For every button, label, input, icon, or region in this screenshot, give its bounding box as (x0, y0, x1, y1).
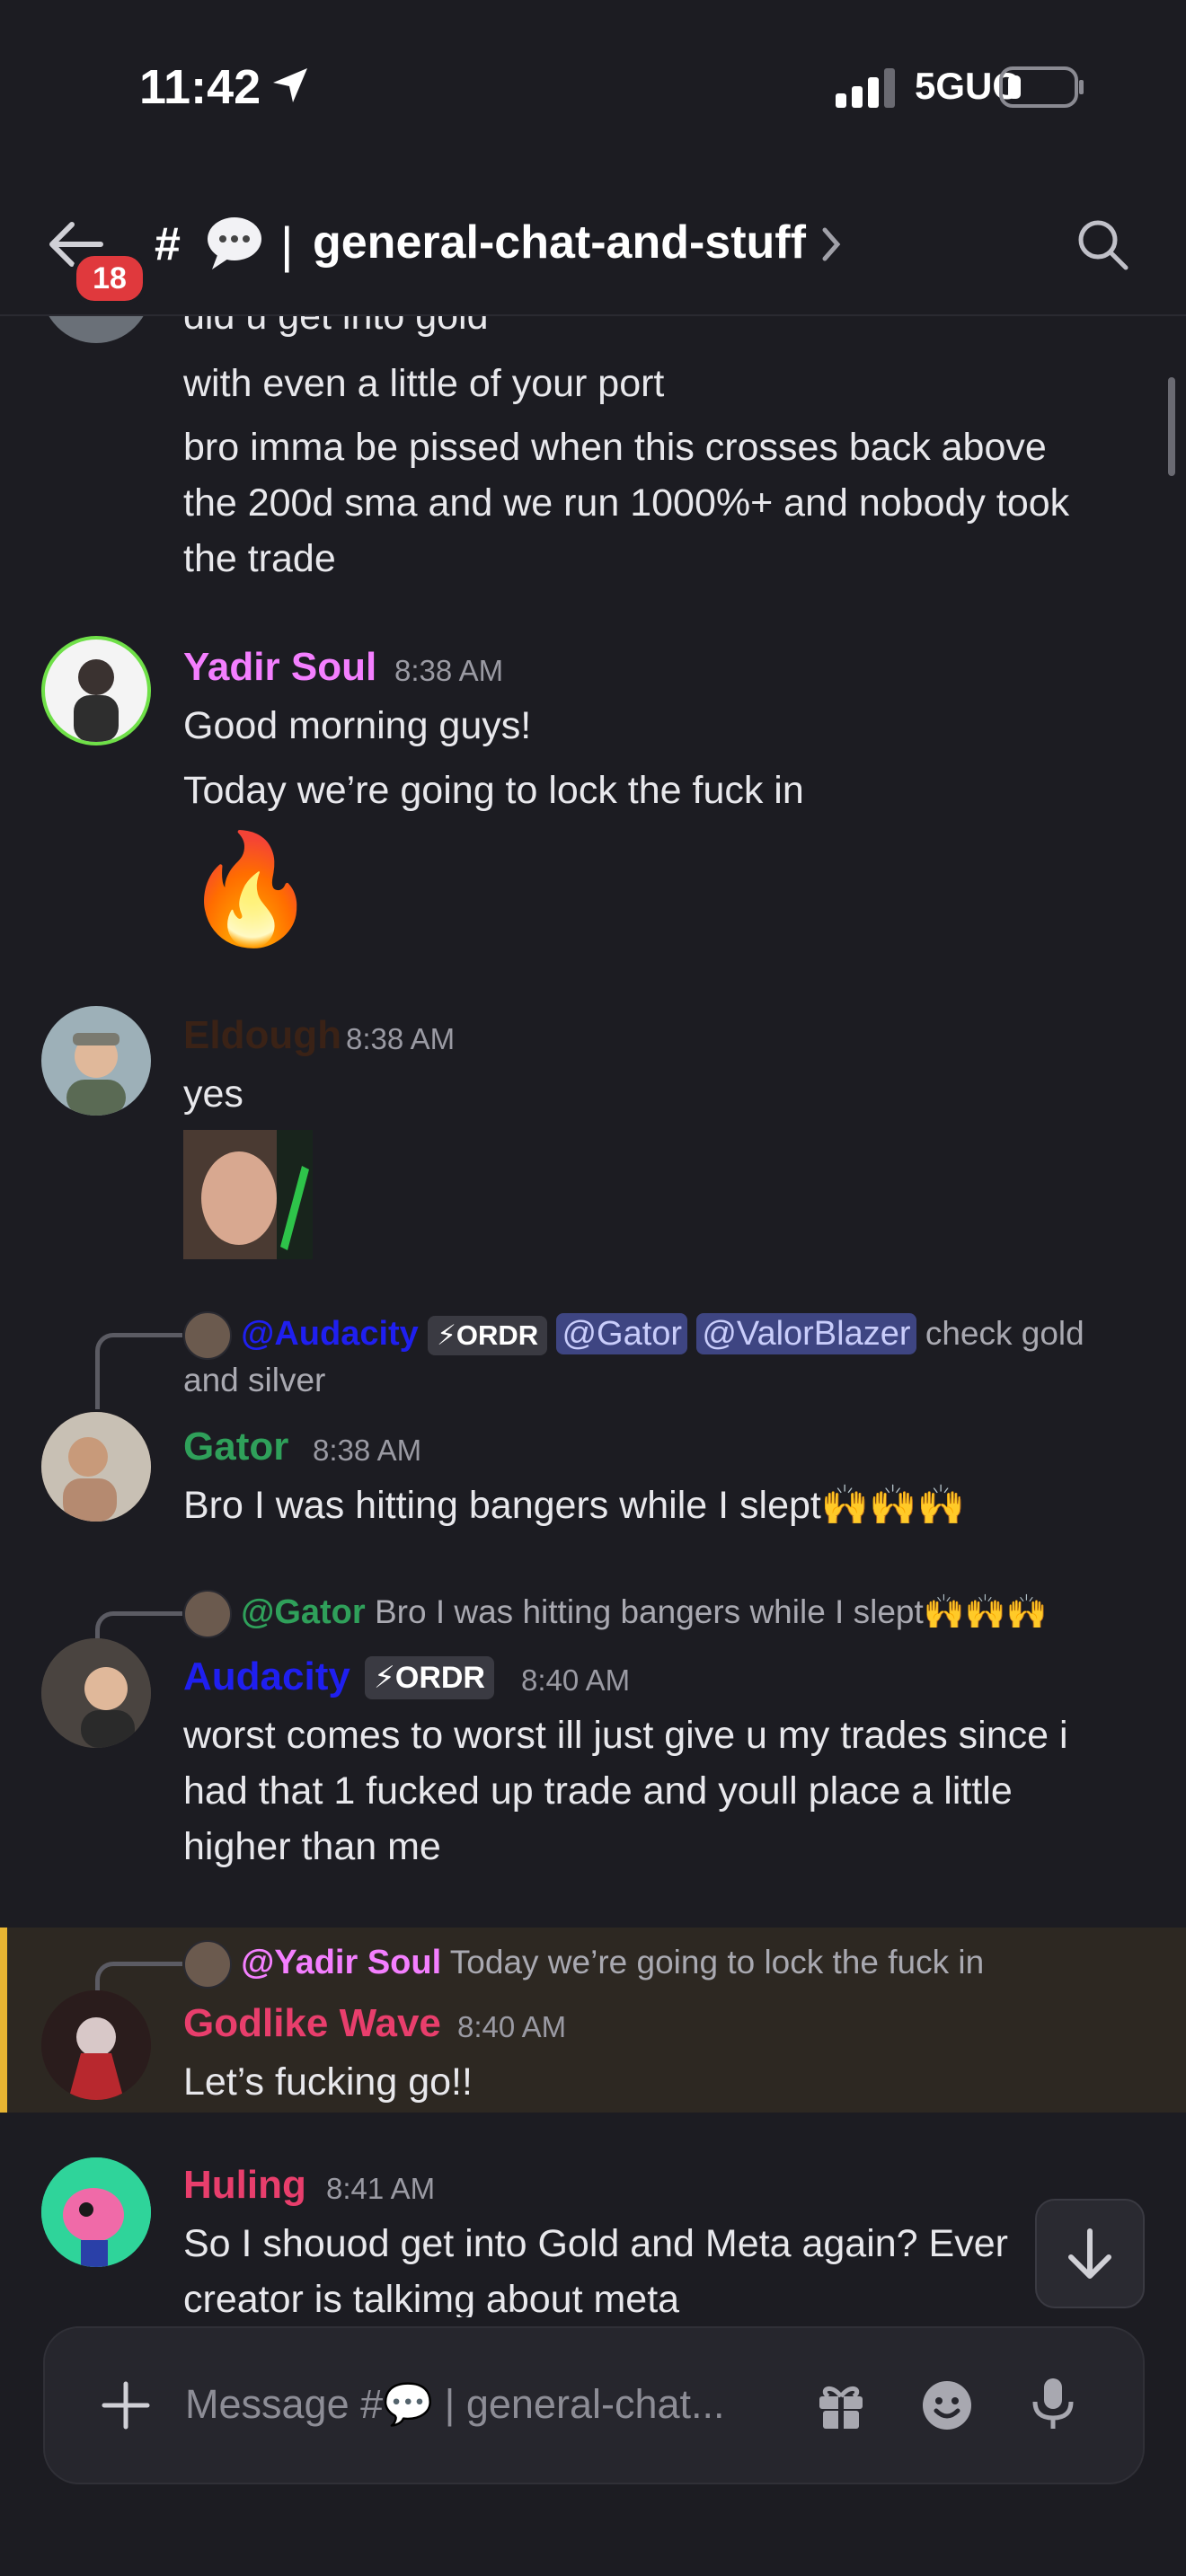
message-line: worst comes to worst ill just give u my … (183, 1714, 1068, 1757)
channel-header: 18 # | general-chat-and-stuff (0, 180, 1186, 316)
avatar-image (74, 659, 119, 742)
add-icon[interactable] (97, 2377, 155, 2434)
message-input[interactable]: Message #💬 | general-chat... (185, 2380, 725, 2428)
author-name[interactable]: Eldough (183, 1013, 341, 1058)
message-line: the trade (183, 537, 336, 580)
message-line: yes (183, 1072, 243, 1116)
avatar[interactable] (41, 636, 151, 745)
battery-icon (999, 66, 1084, 108)
reply-text: check gold (925, 1314, 1084, 1352)
message-line: the 200d sma and we run 1000%+ and nobod… (183, 481, 1070, 525)
author-name[interactable]: Godlike Wave (183, 2001, 441, 2046)
status-time: 11:42 (139, 60, 261, 114)
reply-preview[interactable]: @Gator Bro I was hitting bangers while I… (183, 1590, 1048, 1638)
timestamp: 8:41 AM (326, 2172, 436, 2205)
reply-mention[interactable]: @Audacity (241, 1315, 419, 1353)
timestamp: 8:38 AM (313, 1434, 422, 1467)
arrow-down-icon (1068, 2228, 1111, 2279)
message-line: bro imma be pissed when this crosses bac… (183, 426, 1047, 469)
scrollbar[interactable] (1168, 377, 1175, 476)
reply-text: Today we’re going to lock the fuck in (449, 1943, 985, 1981)
timestamp: 8:40 AM (457, 2010, 567, 2043)
emoji-icon[interactable] (920, 2378, 974, 2432)
chevron-right-icon[interactable] (818, 225, 845, 264)
signal-icon (836, 68, 895, 108)
message-line: Let’s fucking go!! (183, 2060, 473, 2104)
search-icon[interactable] (1074, 216, 1131, 273)
gift-icon[interactable] (814, 2378, 868, 2432)
reply-mention[interactable]: @Yadir Soul (241, 1944, 441, 1981)
avatar[interactable] (41, 314, 151, 343)
avatar[interactable] (41, 1990, 151, 2100)
reply-preview[interactable]: @Audacity ⚡ORDR @Gator @ValorBlazer chec… (183, 1311, 1084, 1360)
author-name[interactable]: Yadir Soul (183, 645, 376, 690)
image-attachment[interactable] (183, 1130, 313, 1259)
unread-badge: 18 (72, 251, 147, 305)
timestamp: 8:38 AM (394, 654, 504, 687)
message-line: had that 1 fucked up trade and youll pla… (183, 1769, 1013, 1813)
channel-title[interactable]: general-chat-and-stuff (313, 216, 806, 269)
reply-preview[interactable]: @Yadir Soul Today we’re going to lock th… (183, 1940, 984, 1989)
location-arrow-icon (273, 68, 307, 102)
reply-avatar (183, 1590, 232, 1638)
message-line: Bro I was hitting bangers while I slept🙌… (183, 1484, 966, 1527)
reply-mention[interactable]: @Gator (556, 1312, 688, 1354)
jump-to-latest-button[interactable] (1035, 2199, 1145, 2308)
reply-mention[interactable]: @ValorBlazer (696, 1312, 916, 1354)
avatar-image (66, 1033, 126, 1116)
avatar-image (41, 1990, 151, 2100)
avatar-image (41, 2157, 151, 2267)
message-line: So I shouod get into Gold and Meta again… (183, 2222, 1008, 2265)
message-line: Today we’re going to lock the fuck in (183, 769, 804, 812)
reply-avatar (183, 1311, 232, 1360)
author-name[interactable]: Huling (183, 2163, 306, 2208)
message-line: higher than me (183, 1825, 441, 1868)
reply-avatar (183, 1940, 232, 1989)
chat-bubble-icon (208, 217, 261, 269)
author-name[interactable]: Audacity (183, 1654, 350, 1699)
fire-emoji: 🔥 (183, 829, 318, 949)
avatar[interactable] (41, 2157, 151, 2267)
reply-mention[interactable]: @Gator (241, 1593, 365, 1631)
role-tag: ⚡ORDR (365, 1656, 494, 1699)
message-feed[interactable]: did u get into gold with even a little o… (0, 314, 1186, 2335)
avatar-image (41, 1638, 151, 1748)
message-line: with even a little of your port (183, 362, 665, 405)
mic-icon[interactable] (1028, 2375, 1078, 2432)
message-composer[interactable]: Message #💬 | general-chat... (43, 2326, 1145, 2484)
role-tag: ⚡ORDR (428, 1316, 548, 1355)
hash-symbol: # (155, 218, 181, 270)
composer-area: Message #💬 | general-chat... (0, 2317, 1186, 2576)
reply-text: Bro I was hitting bangers while I slept🙌… (374, 1592, 1048, 1630)
avatar-image (41, 1412, 151, 1522)
timestamp: 8:40 AM (521, 1663, 631, 1697)
avatar[interactable] (41, 1638, 151, 1748)
status-bar: 11:42 5GUC (0, 0, 1186, 180)
reply-text: and silver (183, 1362, 326, 1398)
avatar[interactable] (41, 1006, 151, 1116)
title-separator: | (280, 216, 294, 273)
message-line: did u get into gold (183, 314, 489, 338)
reply-connector (95, 1333, 182, 1409)
author-name[interactable]: Gator (183, 1425, 288, 1469)
message-line: Good morning guys! (183, 704, 532, 747)
timestamp: 8:38 AM (346, 1022, 456, 1055)
avatar[interactable] (41, 1412, 151, 1522)
